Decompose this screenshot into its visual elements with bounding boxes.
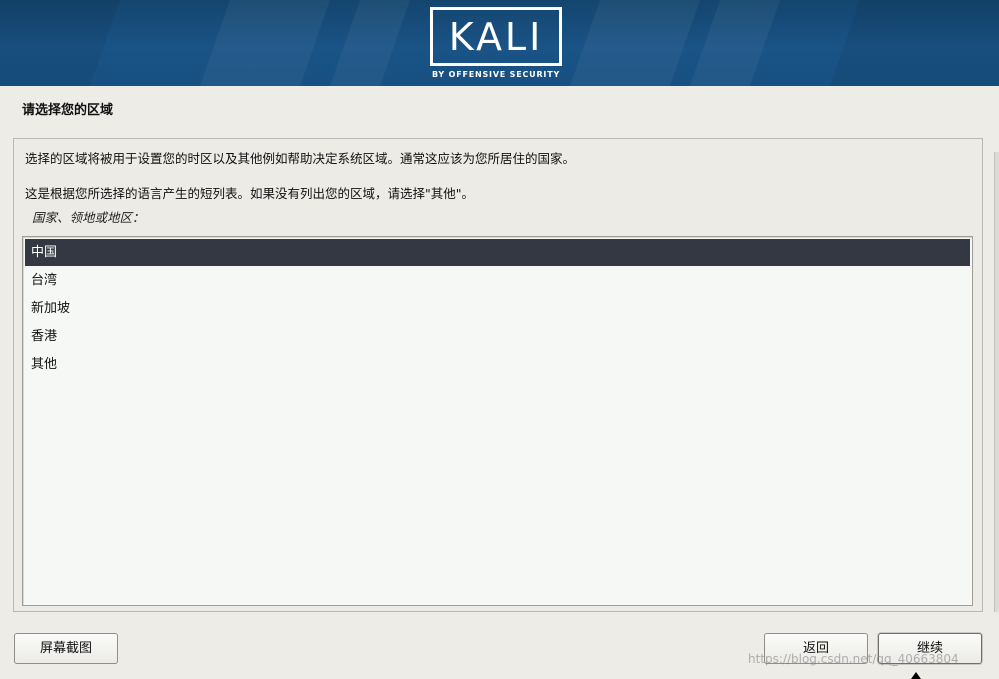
country-list-label: 国家、领地或地区： [32, 210, 145, 225]
description-text-1: 选择的区域将被用于设置您的时区以及其他例如帮助决定系统区域。通常这应该为您所居住… [25, 151, 576, 166]
country-listbox[interactable]: 中国 台湾 新加坡 香港 其他 [22, 236, 973, 606]
window-edge-scrollbar [994, 152, 999, 612]
page-title: 请选择您的区域 [22, 103, 114, 118]
header-banner: KALI BY OFFENSIVE SECURITY [0, 0, 999, 86]
list-item-china[interactable]: 中国 [25, 239, 970, 266]
mouse-cursor-icon [911, 672, 921, 679]
kali-logo: KALI [430, 7, 562, 66]
list-item-hong-kong[interactable]: 香港 [25, 323, 970, 350]
list-item-taiwan[interactable]: 台湾 [25, 267, 970, 294]
list-item-singapore[interactable]: 新加坡 [25, 295, 970, 322]
description-text-2: 这是根据您所选择的语言产生的短列表。如果没有列出您的区域，请选择"其他"。 [25, 186, 475, 201]
watermark-text: https://blog.csdn.net/qq_40663804 [748, 652, 959, 666]
list-item-other[interactable]: 其他 [25, 351, 970, 378]
logo-text: KALI [448, 14, 544, 59]
logo-subtitle: BY OFFENSIVE SECURITY [431, 70, 561, 79]
screenshot-button[interactable]: 屏幕截图 [14, 633, 118, 664]
